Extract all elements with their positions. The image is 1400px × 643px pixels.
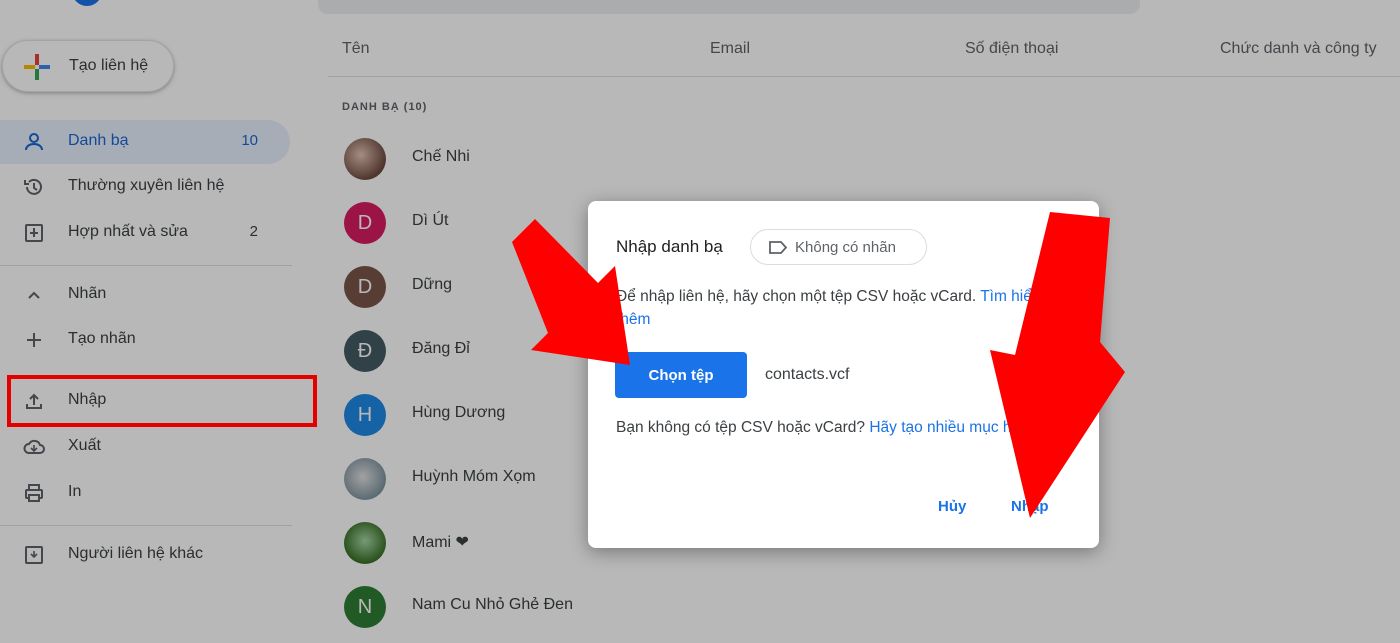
label-chip[interactable]: Không có nhãn <box>750 229 927 265</box>
dialog-description: Để nhập liên hệ, hãy chọn một tệp CSV ho… <box>616 285 1056 331</box>
cancel-button[interactable]: Hủy <box>938 498 966 515</box>
dialog-note: Bạn không có tệp CSV hoặc vCard? Hãy tạo… <box>616 416 1056 439</box>
import-dialog: Nhập danh bạ Không có nhãn Để nhập liên … <box>588 201 1099 548</box>
import-button[interactable]: Nhập <box>1011 498 1049 515</box>
label-chip-text: Không có nhãn <box>795 239 896 256</box>
dialog-description-text: Để nhập liên hệ, hãy chọn một tệp CSV ho… <box>616 288 977 305</box>
dialog-note-text: Bạn không có tệp CSV hoặc vCard? <box>616 419 866 436</box>
selected-filename: contacts.vcf <box>765 366 850 383</box>
create-file-link[interactable]: Hãy tạo nhiều mục hệ. <box>869 419 1024 436</box>
dialog-title: Nhập danh bạ <box>616 237 723 256</box>
annotation-highlight-box <box>7 375 317 427</box>
label-icon <box>769 241 787 254</box>
choose-file-button[interactable]: Chọn tệp <box>615 352 747 398</box>
